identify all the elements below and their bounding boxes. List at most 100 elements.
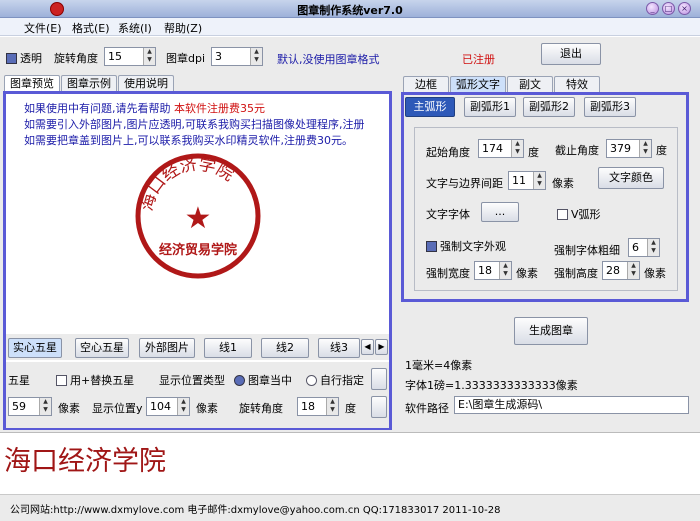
force-width-label: 强制宽度: [426, 267, 470, 280]
tab-sub-arc-3[interactable]: 副弧形3: [584, 97, 636, 117]
menu-format[interactable]: 格式(E): [72, 20, 110, 36]
path-field[interactable]: E:\图章生成源码\: [454, 396, 689, 414]
pos-y-value: 104: [150, 400, 171, 413]
info-line-2: 如需要引入外部图片,图片应透明,可联系我购买扫描图像处理程序,注册: [24, 118, 365, 131]
spin-arrows-icon[interactable]: ▲ ▼: [250, 48, 262, 65]
replace-star-checkbox[interactable]: 用+替换五星: [56, 372, 134, 388]
generate-stamp-button[interactable]: 生成图章: [514, 317, 588, 345]
stamp-preview: 海口经济学院 ★ 经济贸易学院: [124, 146, 272, 286]
char-info: 字体1磅=1.3333333333333像素: [405, 379, 578, 392]
menu-help[interactable]: 帮助(Z): [164, 20, 202, 36]
px-label-3: 像素: [644, 267, 666, 280]
checkbox-icon: [557, 209, 568, 220]
stamp-bottom-text: 经济贸易学院: [159, 242, 237, 258]
default-note: 默认,没使用图章格式: [277, 53, 380, 66]
center-radio[interactable]: 图章当中: [234, 372, 292, 388]
unit1-label: 像素: [58, 402, 80, 415]
px-label-1: 像素: [552, 177, 574, 190]
maximize-button[interactable]: □: [662, 2, 675, 15]
dpi-value: 3: [215, 50, 222, 63]
force-height-label: 强制高度: [554, 267, 598, 280]
stamp-text-area[interactable]: 海口经济学院: [0, 432, 700, 494]
info-fee-text: 本软件注册费35元: [174, 102, 265, 115]
force-width-spinner[interactable]: 18 ▲ ▼: [474, 261, 512, 280]
menu-system[interactable]: 系统(I): [118, 20, 152, 36]
force-bold-spinner[interactable]: 6 ▲ ▼: [628, 238, 660, 257]
tab-preview[interactable]: 图章预览: [4, 75, 60, 91]
tab-sub-arc-1[interactable]: 副弧形1: [464, 97, 516, 117]
scroll-left-icon[interactable]: ◀: [361, 339, 374, 355]
force-height-spinner[interactable]: 28 ▲ ▼: [602, 261, 640, 280]
v-arc-checkbox[interactable]: V弧形: [557, 206, 601, 222]
tab-sub-text[interactable]: 副文: [507, 76, 553, 92]
path-label: 软件路径: [405, 402, 449, 415]
title-bar: 图章制作系统ver7.0 _ □ ×: [0, 0, 700, 18]
external-image-button[interactable]: 外部图片: [139, 338, 195, 358]
line1-button[interactable]: 线1: [204, 338, 252, 358]
rotate-spinner[interactable]: 15 ▲ ▼: [104, 47, 156, 66]
pos-y-label: 显示位置y: [92, 402, 143, 415]
px-label-2: 像素: [516, 267, 538, 280]
spin-arrows-icon[interactable]: ▲ ▼: [326, 398, 338, 415]
close-button[interactable]: ×: [678, 2, 691, 15]
spin-arrows-icon[interactable]: ▲ ▼: [627, 262, 639, 279]
bottom-rotate-label: 旋转角度: [239, 402, 283, 415]
text-color-button[interactable]: 文字颜色: [598, 167, 664, 189]
spin-arrows-icon[interactable]: ▲ ▼: [639, 140, 651, 157]
tab-effects[interactable]: 特效: [554, 76, 600, 92]
menu-file[interactable]: 文件(E): [24, 20, 62, 36]
tab-arc-text[interactable]: 弧形文字: [450, 76, 506, 92]
stamp-svg: 海口经济学院 ★ 经济贸易学院: [135, 153, 261, 279]
end-angle-spinner[interactable]: 379 ▲ ▼: [606, 139, 652, 158]
tab-sub-arc-2[interactable]: 副弧形2: [523, 97, 575, 117]
line2-button[interactable]: 线2: [261, 338, 309, 358]
end-angle-value: 379: [610, 142, 631, 155]
start-angle-value: 174: [482, 142, 503, 155]
tab-main-arc[interactable]: 主弧形: [405, 97, 455, 117]
force-look-label: 强制文字外观: [440, 240, 506, 253]
tab-border[interactable]: 边框: [403, 76, 449, 92]
spin-arrows-icon[interactable]: ▲ ▼: [39, 398, 51, 415]
status-text: 公司网站:http://www.dxmylove.com 电子邮件:dxmylo…: [10, 505, 501, 516]
force-bold-value: 6: [632, 241, 639, 254]
spin-arrows-icon[interactable]: ▲ ▼: [647, 239, 659, 256]
exit-button[interactable]: 退出: [541, 43, 601, 65]
spin-arrows-icon[interactable]: ▲ ▼: [533, 172, 545, 189]
info-line-1: 如果使用中有问题,请先看帮助 本软件注册费35元: [24, 100, 265, 116]
transparent-checkbox[interactable]: 透明: [6, 50, 42, 66]
force-height-value: 28: [606, 264, 620, 277]
pos-y-spinner[interactable]: 104 ▲ ▼: [146, 397, 190, 416]
solid-star-button[interactable]: 实心五星: [8, 338, 62, 358]
margin-label: 文字与边界间距: [426, 177, 503, 190]
unit2-label: 像素: [196, 402, 218, 415]
spin-arrows-icon[interactable]: ▲ ▼: [143, 48, 155, 65]
v-arc-label: V弧形: [571, 208, 601, 221]
tab-instructions[interactable]: 使用说明: [118, 75, 174, 91]
scroll-right-icon[interactable]: ▶: [375, 339, 388, 355]
minimize-button[interactable]: _: [646, 2, 659, 15]
font-label: 文字字体: [426, 208, 470, 221]
font-picker-button[interactable]: ...: [481, 202, 519, 222]
transparent-label: 透明: [20, 52, 42, 65]
custom-radio[interactable]: 自行指定: [306, 372, 364, 388]
line3-button[interactable]: 线3: [318, 338, 360, 358]
status-bar: 公司网站:http://www.dxmylove.com 电子邮件:dxmylo…: [0, 494, 700, 521]
spin-arrows-icon[interactable]: ▲ ▼: [177, 398, 189, 415]
value1-spinner[interactable]: 59 ▲ ▼: [8, 397, 52, 416]
spin-arrows-icon[interactable]: ▲ ▼: [499, 262, 511, 279]
replace-star-label: 用+替换五星: [70, 374, 135, 387]
bottom-rotate-spinner[interactable]: 18 ▲ ▼: [297, 397, 339, 416]
hollow-star-button[interactable]: 空心五星: [75, 338, 129, 358]
margin-spinner[interactable]: 11 ▲ ▼: [508, 171, 546, 190]
rotate-label: 旋转角度: [54, 52, 98, 65]
margin-value: 11: [512, 174, 526, 187]
mm-info: 1毫米=4像素: [405, 359, 473, 372]
five-star-option[interactable]: 五星: [8, 372, 30, 388]
side-scroll-button[interactable]: [371, 368, 387, 390]
start-angle-spinner[interactable]: 174 ▲ ▼: [478, 139, 524, 158]
tab-examples[interactable]: 图章示例: [61, 75, 117, 91]
dpi-spinner[interactable]: 3 ▲ ▼: [211, 47, 263, 66]
spin-arrows-icon[interactable]: ▲ ▼: [511, 140, 523, 157]
side-scroll-button-2[interactable]: [371, 396, 387, 418]
force-look-checkbox[interactable]: 强制文字外观: [426, 238, 506, 254]
